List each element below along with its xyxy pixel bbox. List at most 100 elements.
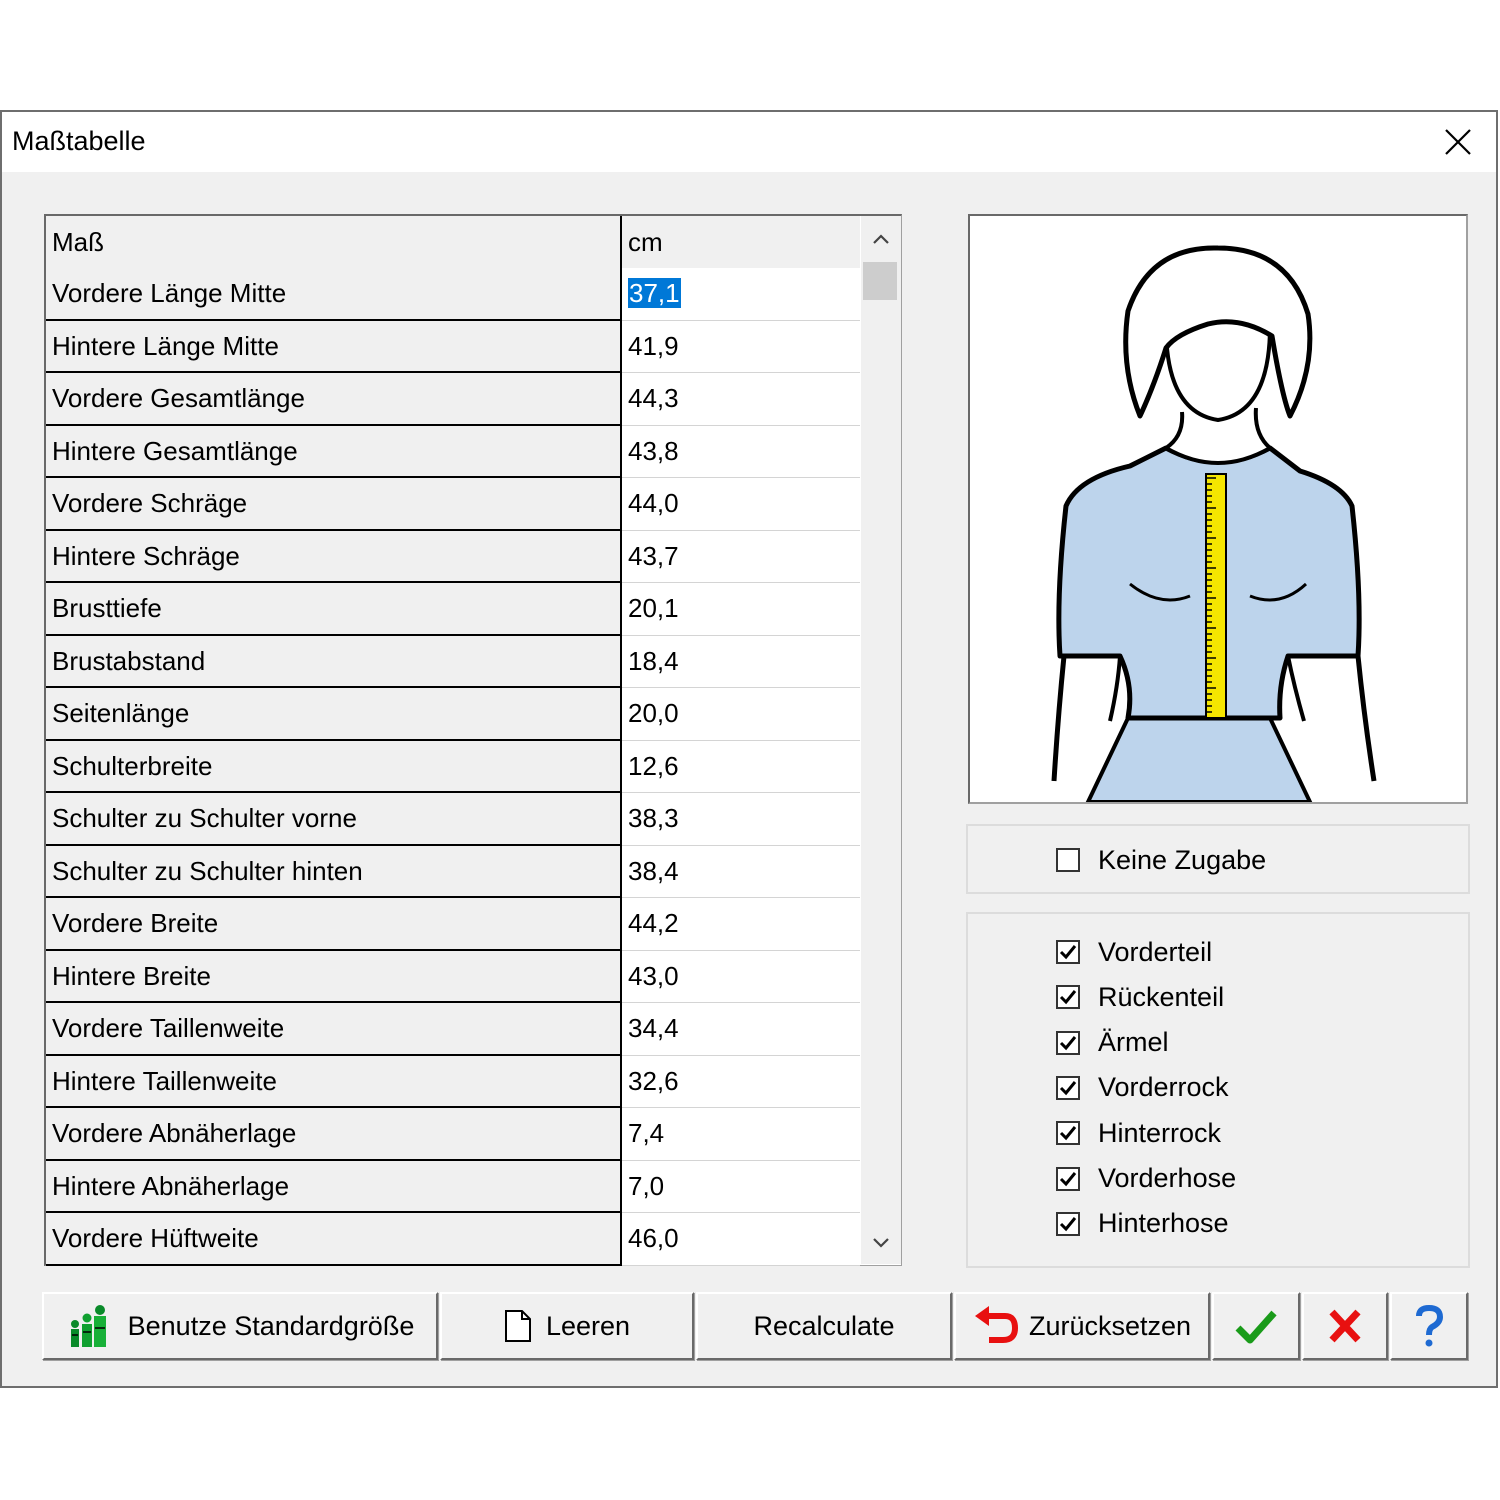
measure-value-cell[interactable]: 20,0 — [622, 688, 860, 741]
measure-name-cell: Hintere Breite — [46, 950, 622, 1003]
standard-size-button[interactable]: Benutze Standardgröße — [42, 1292, 438, 1360]
reset-button[interactable]: Zurücksetzen — [954, 1292, 1210, 1360]
checkmark-icon — [1059, 990, 1077, 1005]
scroll-up-button[interactable] — [861, 220, 901, 260]
table-row[interactable]: Vordere Breite 44,2 — [46, 898, 860, 951]
part-label: Rückenteil — [1098, 981, 1225, 1012]
table-header: Maß cm — [46, 216, 860, 270]
checkmark-icon — [1059, 1171, 1077, 1186]
table-row[interactable]: Hintere Taillenweite 32,6 — [46, 1055, 860, 1108]
part-checkbox[interactable]: Vorderhose — [1056, 1159, 1236, 1199]
measure-value-cell[interactable]: 44,0 — [622, 478, 860, 531]
part-checkbox[interactable]: Ärmel — [1056, 1023, 1169, 1063]
measure-value-cell[interactable]: 38,4 — [622, 845, 860, 898]
measure-name-cell: Hintere Schräge — [46, 530, 622, 583]
measurement-table[interactable]: Maß cm Vordere Länge Mitte 37,1 Hintere Lä… — [44, 214, 902, 1266]
measure-name-cell: Vordere Breite — [46, 898, 622, 951]
table-row[interactable]: Vordere Hüftweite 46,0 — [46, 1213, 860, 1266]
table-row[interactable]: Vordere Gesamtlänge 44,3 — [46, 373, 860, 426]
table-row[interactable]: Hintere Schräge 43,7 — [46, 530, 860, 583]
table-row[interactable]: Vordere Schräge 44,0 — [46, 478, 860, 531]
measure-value-cell[interactable]: 43,8 — [622, 425, 860, 478]
table-row[interactable]: Hintere Abnäherlage 7,0 — [46, 1160, 860, 1213]
measure-value-cell[interactable]: 20,1 — [622, 583, 860, 636]
measure-value-cell[interactable]: 18,4 — [622, 635, 860, 688]
cancel-button[interactable] — [1302, 1292, 1388, 1360]
blank-document-icon — [504, 1310, 531, 1342]
table-row[interactable]: Brustabstand 18,4 — [46, 635, 860, 688]
checkbox-box[interactable] — [1056, 1075, 1080, 1100]
measure-name-cell: Vordere Abnäherlage — [46, 1108, 622, 1161]
title-bar: Maßtabelle — [2, 112, 1496, 172]
measure-value-cell[interactable]: 7,0 — [622, 1160, 860, 1213]
measure-name-cell: Schulter zu Schulter hinten — [46, 845, 622, 898]
measure-value-cell[interactable]: 43,0 — [622, 950, 860, 1003]
measure-name-cell: Brusttiefe — [46, 583, 622, 636]
checkbox-box[interactable] — [1056, 940, 1080, 964]
table-row[interactable]: Brusttiefe 20,1 — [46, 583, 860, 636]
measure-value-cell[interactable]: 37,1 — [622, 268, 860, 321]
measure-name-cell: Schulterbreite — [46, 740, 622, 793]
measure-name-cell: Hintere Taillenweite — [46, 1055, 622, 1108]
table-row[interactable]: Vordere Taillenweite 34,4 — [46, 1003, 860, 1056]
window-title: Maßtabelle — [12, 126, 146, 156]
table-body: Vordere Länge Mitte 37,1 Hintere Länge Mit… — [46, 268, 860, 1266]
checkbox-box[interactable] — [1056, 1211, 1080, 1236]
column-header-cm[interactable]: cm — [622, 216, 860, 268]
reset-label: Zurücksetzen — [1028, 1310, 1192, 1341]
part-label: Hinterrock — [1098, 1117, 1222, 1148]
recalculate-button[interactable]: Recalculate — [696, 1292, 952, 1360]
measure-value-cell[interactable]: 38,3 — [622, 793, 860, 846]
scroll-down-button[interactable] — [861, 1224, 901, 1264]
dialog-window: Maßtabelle Maß cm Vordere Länge Mitte 37,… — [0, 110, 1498, 1388]
help-button[interactable] — [1390, 1292, 1468, 1360]
table-row[interactable]: Schulterbreite 12,6 — [46, 740, 860, 793]
table-row[interactable]: Schulter zu Schulter vorne 38,3 — [46, 793, 860, 846]
measure-value-cell[interactable]: 12,6 — [622, 740, 860, 793]
measure-name-cell: Vordere Schräge — [46, 478, 622, 531]
table-row[interactable]: Hintere Gesamtlänge 43,8 — [46, 425, 860, 478]
part-label: Vorderteil — [1098, 936, 1213, 967]
measure-value-cell[interactable]: 32,6 — [622, 1055, 860, 1108]
checkmark-icon — [1059, 1126, 1077, 1141]
table-row[interactable]: Hintere Breite 43,0 — [46, 950, 860, 1003]
measure-value-cell[interactable]: 44,3 — [622, 373, 860, 426]
measure-value-cell[interactable]: 41,9 — [622, 320, 860, 373]
measure-name-cell: Hintere Abnäherlage — [46, 1160, 622, 1213]
woman-bodice-illustration — [1051, 245, 1377, 802]
table-row[interactable]: Schulter zu Schulter hinten 38,4 — [46, 845, 860, 898]
measure-name-cell: Schulter zu Schulter vorne — [46, 793, 622, 846]
part-checkbox[interactable]: Vorderrock — [1056, 1068, 1229, 1108]
table-row[interactable]: Vordere Abnäherlage 7,4 — [46, 1108, 860, 1161]
checkbox-box[interactable] — [1056, 1121, 1080, 1146]
part-checkbox[interactable]: Rückenteil — [1056, 977, 1224, 1017]
measure-name-cell: Seitenlänge — [46, 688, 622, 741]
measurement-illustration — [968, 214, 1468, 804]
measure-name-cell: Vordere Hüftweite — [46, 1213, 622, 1266]
vertical-scrollbar[interactable] — [861, 216, 901, 1264]
measure-value-cell[interactable]: 34,4 — [622, 1003, 860, 1056]
part-checkbox[interactable]: Hinterrock — [1056, 1113, 1221, 1153]
table-row[interactable]: Hintere Länge Mitte 41,9 — [46, 320, 860, 373]
green-check-icon — [1235, 1310, 1277, 1344]
ok-button[interactable] — [1212, 1292, 1300, 1360]
measure-value-cell[interactable]: 46,0 — [622, 1213, 860, 1266]
no-allowance-checkbox[interactable]: Keine Zugabe — [1056, 840, 1266, 880]
measure-value-cell[interactable]: 43,7 — [622, 530, 860, 583]
part-checkbox[interactable]: Vorderteil — [1056, 932, 1212, 972]
clear-button[interactable]: Leeren — [440, 1292, 694, 1360]
checkbox-box[interactable] — [1056, 848, 1080, 872]
allowance-group: Keine Zugabe — [966, 824, 1470, 894]
measure-value-cell[interactable]: 7,4 — [622, 1108, 860, 1161]
table-row[interactable]: Seitenlänge 20,0 — [46, 688, 860, 741]
part-checkbox[interactable]: Hinterhose — [1056, 1204, 1229, 1244]
column-header-name[interactable]: Maß — [46, 216, 622, 268]
checkbox-box[interactable] — [1056, 1166, 1080, 1191]
checkbox-box[interactable] — [1056, 1030, 1080, 1055]
measure-value-cell[interactable]: 44,2 — [622, 898, 860, 951]
close-button[interactable] — [1420, 112, 1496, 172]
selected-value[interactable]: 37,1 — [628, 278, 681, 308]
table-row[interactable]: Vordere Länge Mitte 37,1 — [46, 268, 860, 321]
checkbox-box[interactable] — [1056, 985, 1080, 1010]
scroll-thumb[interactable] — [863, 262, 897, 300]
